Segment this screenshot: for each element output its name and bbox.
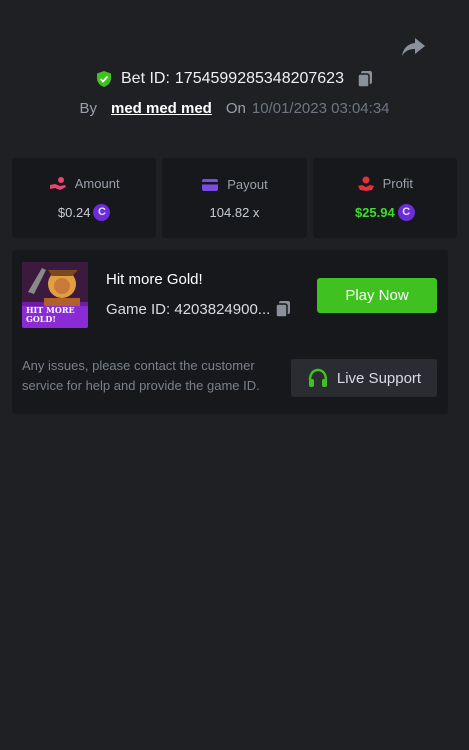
play-now-button[interactable]: Play Now (317, 278, 437, 313)
coin-icon: C (93, 203, 111, 221)
copy-icon[interactable] (274, 300, 292, 318)
verified-shield-icon (95, 70, 113, 88)
amount-card: Amount $0.24 C (12, 158, 157, 238)
payout-card: Payout 104.82 x (162, 158, 307, 238)
profit-label: Profit (382, 176, 413, 191)
on-label: On (225, 99, 246, 117)
hand-money-icon (357, 176, 375, 192)
payout-label: Payout (227, 177, 268, 192)
game-id-row: Game ID: 4203824900... (106, 300, 292, 318)
game-thumbnail[interactable]: HIT MORE GOLD! (22, 262, 88, 328)
bet-id-label: Bet ID: (121, 70, 170, 87)
live-support-button[interactable]: Live Support (291, 359, 437, 397)
live-support-label: Live Support (336, 369, 422, 387)
game-id-label: Game ID: (106, 300, 171, 318)
amount-value: $0.24 (57, 204, 91, 220)
by-label: By (79, 99, 97, 117)
profit-card: Profit $25.94 C (312, 158, 457, 238)
coin-icon: C (397, 203, 415, 221)
card-icon (201, 177, 219, 193)
headset-icon (307, 368, 329, 388)
thumb-title-line2: GOLD! (26, 314, 56, 324)
bet-id-value: 1754599285348207623 (174, 70, 344, 87)
game-card: HIT MORE GOLD! Hit more Gold! Game ID: 4… (12, 250, 448, 414)
game-id-value: 4203824900... (174, 300, 271, 318)
hand-coins-icon (49, 176, 67, 192)
bet-timestamp: 10/01/2023 03:04:34 (251, 99, 390, 117)
amount-label: Amount (74, 176, 120, 191)
bet-id-row: Bet ID: 1754599285348207623 (0, 66, 469, 92)
username-link[interactable]: med med med (111, 100, 212, 117)
bet-stats: Amount $0.24 C Payout 104.82 x Profit $2… (12, 158, 457, 238)
bet-meta-row: By med med med On 10/01/2023 03:04:34 (0, 96, 469, 120)
profit-value: $25.94 (354, 204, 395, 220)
share-icon[interactable] (400, 36, 426, 58)
game-title: Hit more Gold! (106, 271, 203, 288)
support-help-text: Any issues, please contact the customer … (22, 358, 260, 393)
copy-icon[interactable] (356, 70, 374, 88)
payout-value: 104.82 x (209, 204, 260, 220)
